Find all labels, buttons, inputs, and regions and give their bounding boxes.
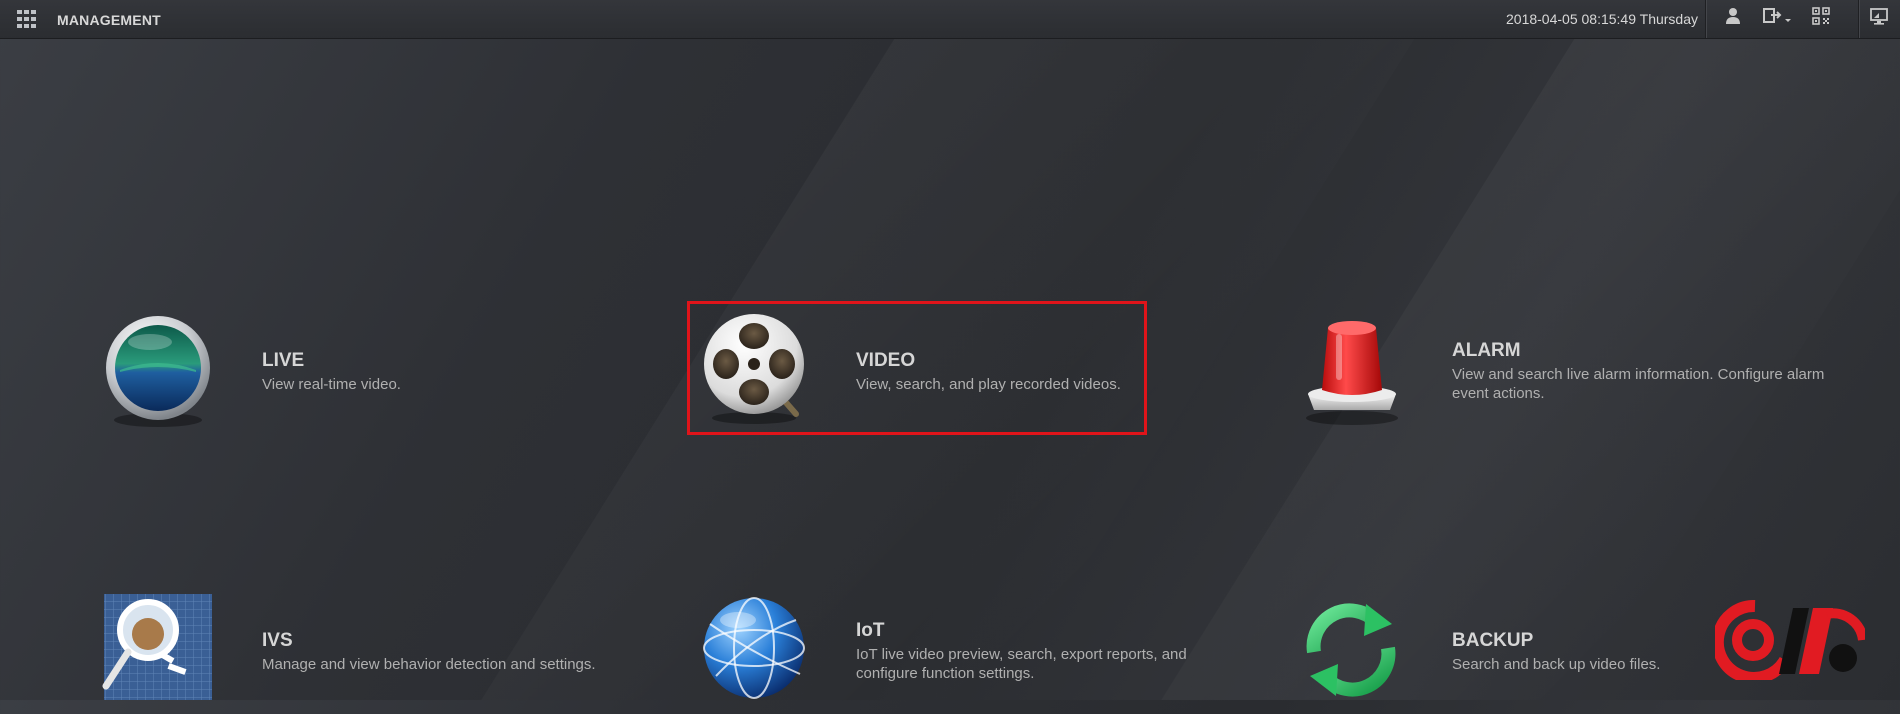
tile-title: IoT [856,620,885,641]
tile-video[interactable]: VIDEO View, search, and play recorded vi… [696,312,1146,432]
tile-title: LIVE [262,350,305,371]
divider [1705,0,1706,38]
film-reel-icon [696,312,816,432]
magnifier-icon [98,594,218,714]
tile-backup[interactable]: BACKUP Search and back up video files. [1292,594,1692,700]
datetime-display: 2018-04-05 08:15:49 Thursday [1506,11,1698,27]
logout-icon[interactable] [1760,7,1796,31]
brand-logo [1711,599,1868,684]
divider [1858,0,1859,38]
monitor-icon[interactable] [1866,7,1892,31]
tile-description: Search and back up video files. [1452,656,1661,673]
qr-code-icon[interactable] [1808,7,1834,31]
user-icon[interactable] [1720,7,1746,31]
tile-title: ALARM [1452,340,1521,361]
tile-title: VIDEO [856,350,916,371]
tile-description: View real-time video. [262,376,401,393]
sync-arrows-icon [1292,594,1412,714]
alarm-siren-icon [1292,312,1412,432]
page-title: MANAGEMENT [57,12,161,28]
tile-alarm[interactable]: ALARM View and search live alarm informa… [1292,312,1852,432]
tile-description: IoT live video preview, search, export r… [856,646,1187,682]
tile-live[interactable]: LIVE View real-time video. [98,312,558,432]
tile-description: Manage and view behavior detection and s… [262,656,596,673]
grid-menu-icon[interactable] [17,10,37,28]
globe-icon [696,594,816,714]
tile-description: View and search live alarm information. … [1452,366,1825,402]
tile-title: BACKUP [1452,630,1534,651]
tile-description: View, search, and play recorded videos. [856,376,1121,393]
top-bar: MANAGEMENT 2018-04-05 08:15:49 Thursday [0,0,1900,39]
tile-iot[interactable]: IoT IoT live video preview, search, expo… [696,594,1256,700]
live-dome-icon [98,312,218,432]
tile-ivs[interactable]: IVS Manage and view behavior detection a… [98,594,658,700]
tile-title: IVS [262,630,293,651]
